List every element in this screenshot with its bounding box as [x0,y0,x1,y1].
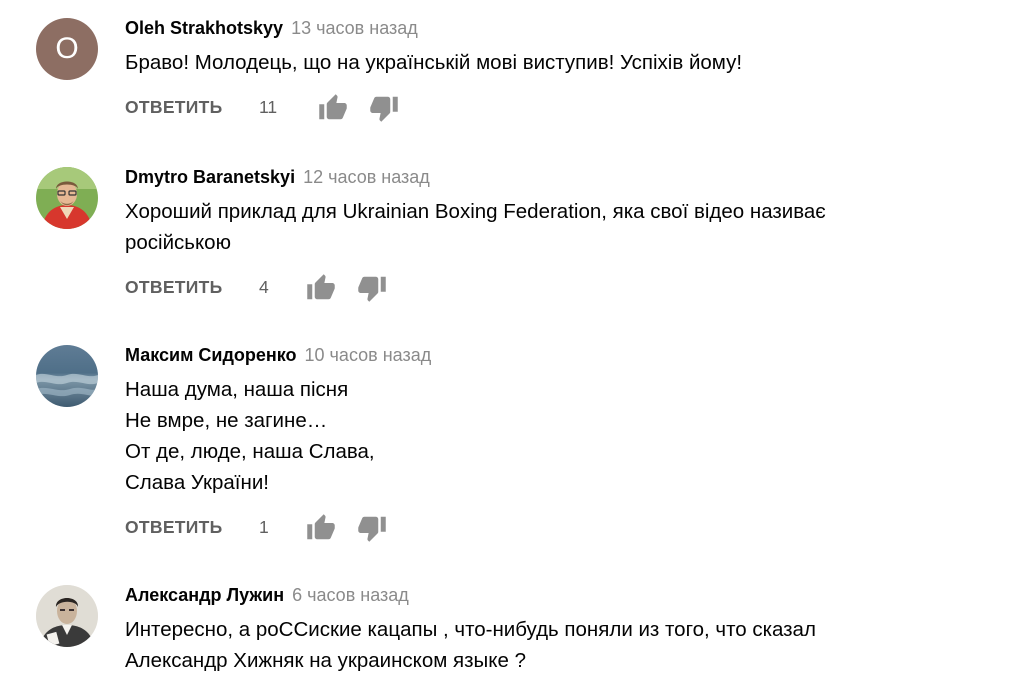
comment-header: Oleh Strakhotskyy 13 часов назад [125,18,985,44]
author-name[interactable]: Oleh Strakhotskyy [125,18,283,38]
comment-actions: ОТВЕТИТЬ 1 [125,513,985,543]
comment-text-line: Браво! Молодець, що на українській мові … [125,51,743,74]
comment-text-line: Слава України! [125,471,269,494]
comment-body: Oleh Strakhotskyy 13 часов назад Браво! М… [125,18,985,123]
comment-header: Александр Лужин 6 часов назад [125,585,985,611]
comment-text-line: Александр Хижняк на украинском языке ? [125,649,526,672]
comment-text-line: Не вмре, не загине… [125,409,328,432]
comment-actions: ОТВЕТИТЬ 4 [125,273,985,303]
like-count: 4 [259,277,269,297]
comment-text: Хороший приклад для Ukrainian Boxing Fed… [125,196,985,258]
comment-text: Наша дума, наша пісня Не вмре, не загине… [125,374,985,498]
comment-text-line: Хороший приклад для Ukrainian Boxing Fed… [125,200,826,223]
thumbs-up-icon[interactable] [306,273,336,303]
comment-text: Браво! Молодець, що на українській мові … [125,47,985,78]
comment-text-line: Интересно, а роССиские кацапы , что-нибу… [125,618,816,641]
comment-header: Dmytro Baranetskyi 12 часов назад [125,167,985,193]
comment-header: Максим Сидоренко 10 часов назад [125,345,985,371]
comment-text: Интересно, а роССиские кацапы , что-нибу… [125,614,985,676]
avatar[interactable] [36,167,98,229]
comment-timestamp[interactable]: 12 часов назад [303,167,430,187]
comment-timestamp[interactable]: 13 часов назад [291,18,418,38]
comment-text-line: Наша дума, наша пісня [125,378,349,401]
comment-timestamp[interactable]: 10 часов назад [305,345,432,365]
comment-body: Александр Лужин 6 часов назад Интересно, … [125,585,985,676]
comment-body: Максим Сидоренко 10 часов назад Наша дума… [125,345,985,543]
comment-timestamp[interactable]: 6 часов назад [292,585,409,605]
comment-body: Dmytro Baranetskyi 12 часов назад Хороший… [125,167,985,303]
reply-button[interactable]: ОТВЕТИТЬ [125,97,223,118]
avatar[interactable] [36,345,98,407]
avatar[interactable]: O [36,18,98,80]
reply-button[interactable]: ОТВЕТИТЬ [125,277,223,298]
comment-text-line: російською [125,231,231,254]
author-name[interactable]: Dmytro Baranetskyi [125,167,295,187]
author-name[interactable]: Александр Лужин [125,585,284,605]
comment-actions: ОТВЕТИТЬ 11 [125,93,985,123]
thumbs-down-icon[interactable] [357,273,387,303]
thumbs-down-icon[interactable] [369,93,399,123]
thumbs-up-icon[interactable] [318,93,348,123]
comment-text-line: От де, люде, наша Слава, [125,440,375,463]
like-count: 1 [259,517,269,537]
like-count: 11 [259,97,278,117]
thumbs-up-icon[interactable] [306,513,336,543]
reply-button[interactable]: ОТВЕТИТЬ [125,517,223,538]
avatar[interactable] [36,585,98,647]
thumbs-down-icon[interactable] [357,513,387,543]
author-name[interactable]: Максим Сидоренко [125,345,297,365]
